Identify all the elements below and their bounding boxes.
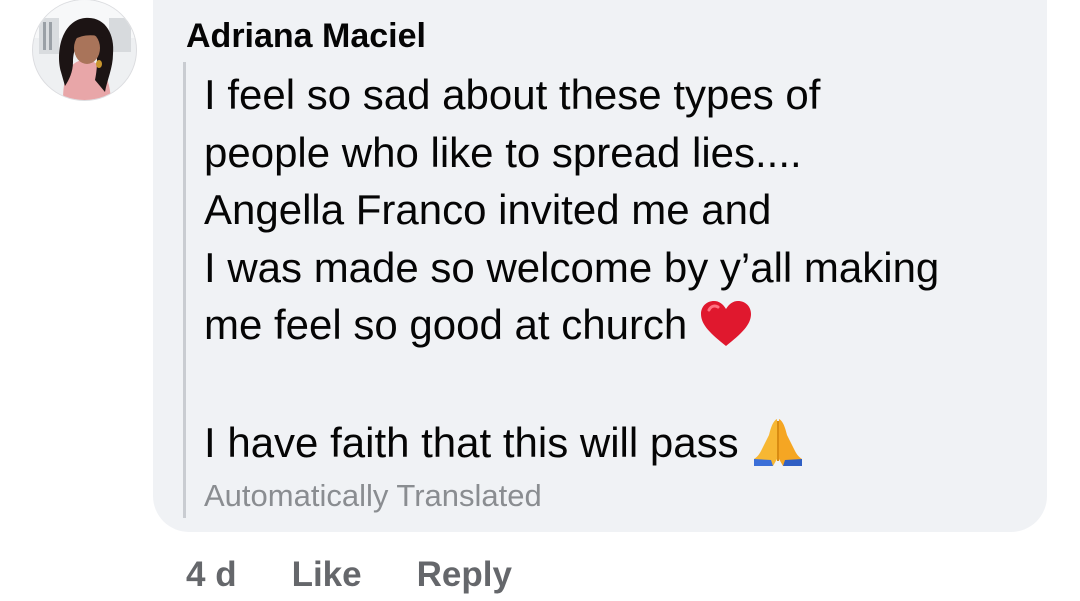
folded-hands-icon	[751, 417, 805, 467]
comment-line: people who like to spread lies....	[204, 128, 802, 176]
comment-author-name[interactable]: Adriana Maciel	[186, 16, 426, 56]
comment-line-blank	[204, 356, 1034, 414]
comment-line-with-heart: me feel so good at church	[204, 296, 1034, 356]
reply-button[interactable]: Reply	[417, 555, 512, 595]
quote-bar	[183, 62, 186, 518]
comment-timestamp[interactable]: 4 d	[186, 555, 237, 595]
comment-line: Angella Franco invited me and	[204, 186, 772, 233]
avatar[interactable]	[33, 0, 136, 100]
auto-translation-note[interactable]: Automatically Translated	[204, 477, 542, 515]
comment-line-with-hands: I have faith that this will pass	[204, 414, 1034, 471]
red-heart-icon	[699, 300, 753, 348]
comment-line: I feel so sad about these types of	[204, 71, 821, 118]
comment-line-text: I have faith that this will pass	[204, 419, 739, 466]
comment-body: I feel so sad about these types of peopl…	[204, 66, 1034, 471]
profile-photo-icon	[33, 0, 136, 100]
comment-line-text: me feel so good at church	[204, 301, 688, 348]
comment-line: I was made so welcome by y’all making	[204, 243, 940, 291]
like-button[interactable]: Like	[292, 555, 362, 595]
comment-actions: 4 d Like Reply	[186, 553, 567, 597]
comment: Adriana Maciel I feel so sad about these…	[0, 0, 1080, 601]
